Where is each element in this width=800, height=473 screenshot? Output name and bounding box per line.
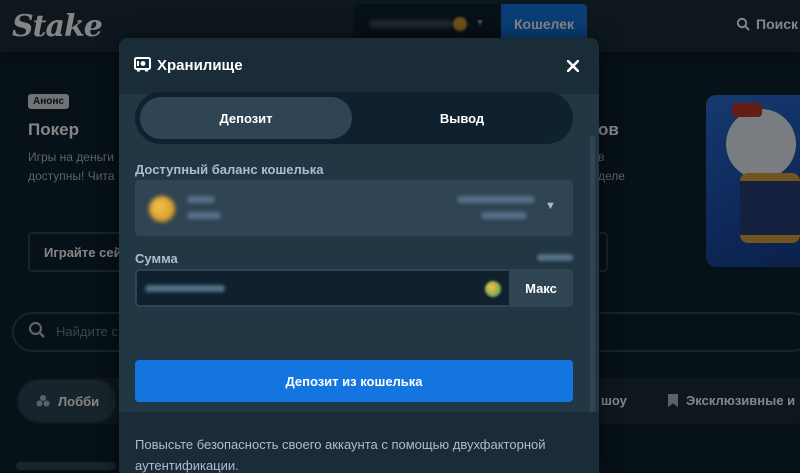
amount-label: Сумма bbox=[135, 251, 178, 266]
wallet-balance-select[interactable]: ▼ bbox=[135, 180, 573, 236]
vault-modal: Хранилище Депозит Вывод Доступный баланс… bbox=[119, 38, 599, 473]
amount-value-hidden bbox=[145, 285, 225, 292]
tab-deposit[interactable]: Депозит bbox=[140, 97, 352, 139]
modal-header: Хранилище bbox=[119, 38, 599, 94]
modal-title: Хранилище bbox=[157, 57, 243, 74]
close-icon bbox=[567, 60, 579, 72]
balance-amount-hidden bbox=[457, 196, 535, 203]
currency-coin-icon bbox=[149, 196, 175, 222]
chevron-down-icon: ▼ bbox=[545, 200, 556, 212]
amount-input[interactable]: Макс bbox=[135, 269, 573, 307]
vault-icon bbox=[134, 57, 151, 72]
max-button[interactable]: Макс bbox=[509, 271, 573, 305]
currency-name-hidden bbox=[187, 196, 215, 203]
balance-fiat-hidden bbox=[481, 212, 527, 219]
close-button[interactable] bbox=[561, 54, 585, 78]
modal-footer: Повысьте безопасность своего аккаунта с … bbox=[119, 412, 599, 473]
wallet-balance-label: Доступный баланс кошелька bbox=[135, 162, 324, 177]
currency-code-hidden bbox=[187, 212, 221, 219]
deposit-withdraw-toggle: Депозит Вывод bbox=[135, 92, 573, 144]
currency-coin-icon bbox=[485, 281, 501, 297]
amount-fiat-hint bbox=[537, 254, 573, 261]
deposit-from-wallet-button[interactable]: Депозит из кошелька bbox=[135, 360, 573, 402]
tab-withdraw[interactable]: Вывод bbox=[356, 97, 568, 139]
two-factor-hint: Повысьте безопасность своего аккаунта с … bbox=[135, 437, 546, 473]
